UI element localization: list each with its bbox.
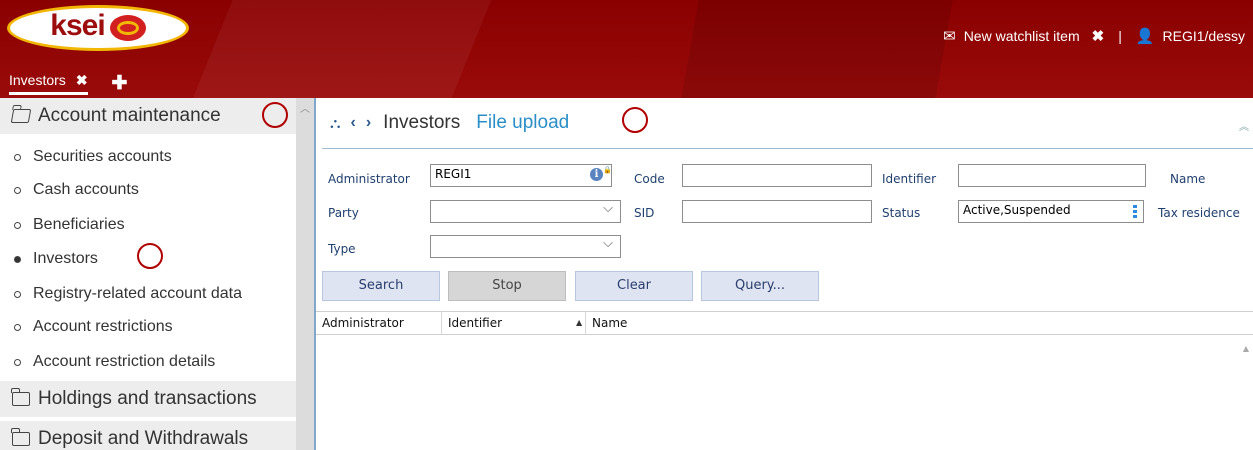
tax-residence-label: Tax residence — [1158, 206, 1240, 220]
tab-investors[interactable]: Investors ✖ — [9, 72, 88, 95]
sidebar-group-deposit-and-withdrawals[interactable]: Deposit and Withdrawals — [0, 421, 296, 450]
sidebar-item-label: Account restrictions — [33, 318, 173, 335]
bullet-icon — [14, 290, 21, 298]
sidebar-item-label: Cash accounts — [33, 181, 139, 198]
top-right-bar: ✉ New watchlist item ✖ | 👤 REGI1/dessy — [943, 25, 1245, 47]
query-button[interactable]: Query... — [701, 271, 819, 301]
status-label: Status — [882, 206, 921, 220]
sid-field[interactable] — [682, 200, 872, 223]
column-header-label: Identifier — [448, 316, 503, 330]
grid-scroll-up-icon[interactable]: ▲ — [1243, 344, 1249, 353]
bullet-icon — [14, 186, 21, 194]
status-select[interactable]: Active,Suspended — [958, 200, 1144, 223]
code-field[interactable] — [682, 164, 872, 187]
sidebar-item-account-restrictions[interactable]: Account restrictions — [14, 314, 173, 340]
bullet-selected-icon — [14, 255, 21, 263]
page-title: Investors — [383, 112, 461, 133]
separator: | — [1118, 28, 1122, 44]
bullet-icon — [14, 221, 21, 229]
identifier-label: Identifier — [882, 172, 937, 186]
clear-button[interactable]: Clear — [575, 271, 693, 301]
close-watchlist-icon[interactable]: ✖ — [1092, 27, 1105, 45]
group-label: Deposit and Withdrawals — [38, 428, 249, 449]
sort-ascending-icon: ▲ — [576, 318, 583, 327]
lock-icon: 🔒 — [603, 166, 612, 174]
back-icon[interactable]: ‹ — [351, 114, 356, 132]
sidebar-item-label: Beneficiaries — [33, 216, 125, 233]
column-header-name[interactable]: Name — [586, 312, 1253, 334]
sidebar-item-label: Account restriction details — [33, 353, 216, 370]
logo-mark-icon — [109, 15, 146, 41]
breadcrumb: ⛬ ‹ › Investors File upload — [330, 110, 569, 136]
user-name[interactable]: REGI1/dessy — [1163, 28, 1245, 44]
identifier-field[interactable] — [958, 164, 1146, 187]
sidebar-item-cash-accounts[interactable]: Cash accounts — [14, 177, 139, 203]
group-label: Account maintenance — [38, 105, 221, 126]
column-header-administrator[interactable]: Administrator — [316, 312, 442, 334]
name-label: Name — [1170, 172, 1206, 186]
status-value: Active,Suspended — [963, 203, 1071, 217]
bullet-icon — [14, 323, 21, 331]
search-button[interactable]: Search — [322, 271, 440, 301]
party-select[interactable] — [430, 200, 621, 223]
main-panel: ⛬ ‹ › Investors File upload ︽ Administra… — [316, 98, 1253, 450]
administrator-value: REGI1 — [435, 167, 472, 181]
forward-icon[interactable]: › — [366, 114, 371, 132]
folder-open-icon — [10, 109, 32, 123]
bullet-icon — [14, 358, 21, 366]
highlight-circle — [137, 243, 163, 269]
sidebar-item-label: Investors — [33, 250, 98, 267]
add-tab-icon[interactable]: ✚ — [112, 74, 128, 93]
sidebar-scrollbar[interactable]: ︿ — [296, 98, 314, 450]
logo-text: ksei — [50, 9, 105, 42]
sidebar-group-account-maintenance[interactable]: Account maintenance — [0, 98, 296, 134]
administrator-field[interactable]: REGI1 i 🔒 — [430, 164, 612, 187]
new-watchlist-link[interactable]: New watchlist item — [964, 28, 1080, 44]
results-grid-header: Administrator Identifier ▲ Name — [316, 311, 1253, 335]
sidebar-item-registry-related-account-data[interactable]: Registry-related account data — [14, 281, 242, 307]
tab-bar: Investors ✖ ✚ — [9, 70, 127, 96]
divider — [322, 148, 1253, 149]
sidebar-item-investors[interactable]: Investors — [14, 246, 98, 272]
ksei-logo[interactable]: ksei — [7, 5, 189, 51]
column-header-identifier[interactable]: Identifier ▲ — [442, 312, 586, 334]
sidebar: Account maintenance Securities accounts … — [0, 98, 316, 450]
envelope-icon: ✉ — [943, 28, 956, 45]
user-icon: 👤 — [1135, 28, 1155, 45]
multiselect-icon[interactable] — [1133, 205, 1137, 219]
type-select[interactable] — [430, 235, 621, 258]
file-upload-link[interactable]: File upload — [476, 112, 569, 134]
info-icon[interactable]: i — [590, 168, 603, 181]
party-label: Party — [328, 206, 359, 220]
highlight-circle — [262, 102, 288, 128]
scroll-up-icon[interactable]: ︿ — [300, 100, 310, 115]
sidebar-item-label: Securities accounts — [33, 148, 172, 165]
app-header: ksei ✉ New watchlist item ✖ | 👤 REGI1/de… — [0, 0, 1253, 98]
sidebar-item-account-restriction-details[interactable]: Account restriction details — [14, 349, 215, 375]
sidebar-item-label: Registry-related account data — [33, 285, 242, 302]
folder-icon — [11, 428, 30, 446]
tab-close-icon[interactable]: ✖ — [76, 72, 88, 89]
administrator-label: Administrator — [328, 172, 410, 186]
sitemap-icon[interactable]: ⛬ — [330, 115, 341, 132]
type-label: Type — [328, 242, 356, 256]
group-label: Holdings and transactions — [38, 388, 257, 409]
tab-label: Investors — [9, 72, 66, 88]
code-label: Code — [634, 172, 665, 186]
sidebar-group-holdings-and-transactions[interactable]: Holdings and transactions — [0, 381, 296, 417]
highlight-circle — [622, 107, 648, 133]
folder-icon — [11, 388, 30, 406]
stop-button[interactable]: Stop — [448, 271, 566, 301]
sidebar-item-beneficiaries[interactable]: Beneficiaries — [14, 212, 125, 238]
bullet-icon — [14, 153, 21, 161]
sidebar-item-securities-accounts[interactable]: Securities accounts — [14, 144, 172, 170]
sid-label: SID — [634, 206, 655, 220]
collapse-icon[interactable]: ︽ — [1239, 118, 1249, 133]
